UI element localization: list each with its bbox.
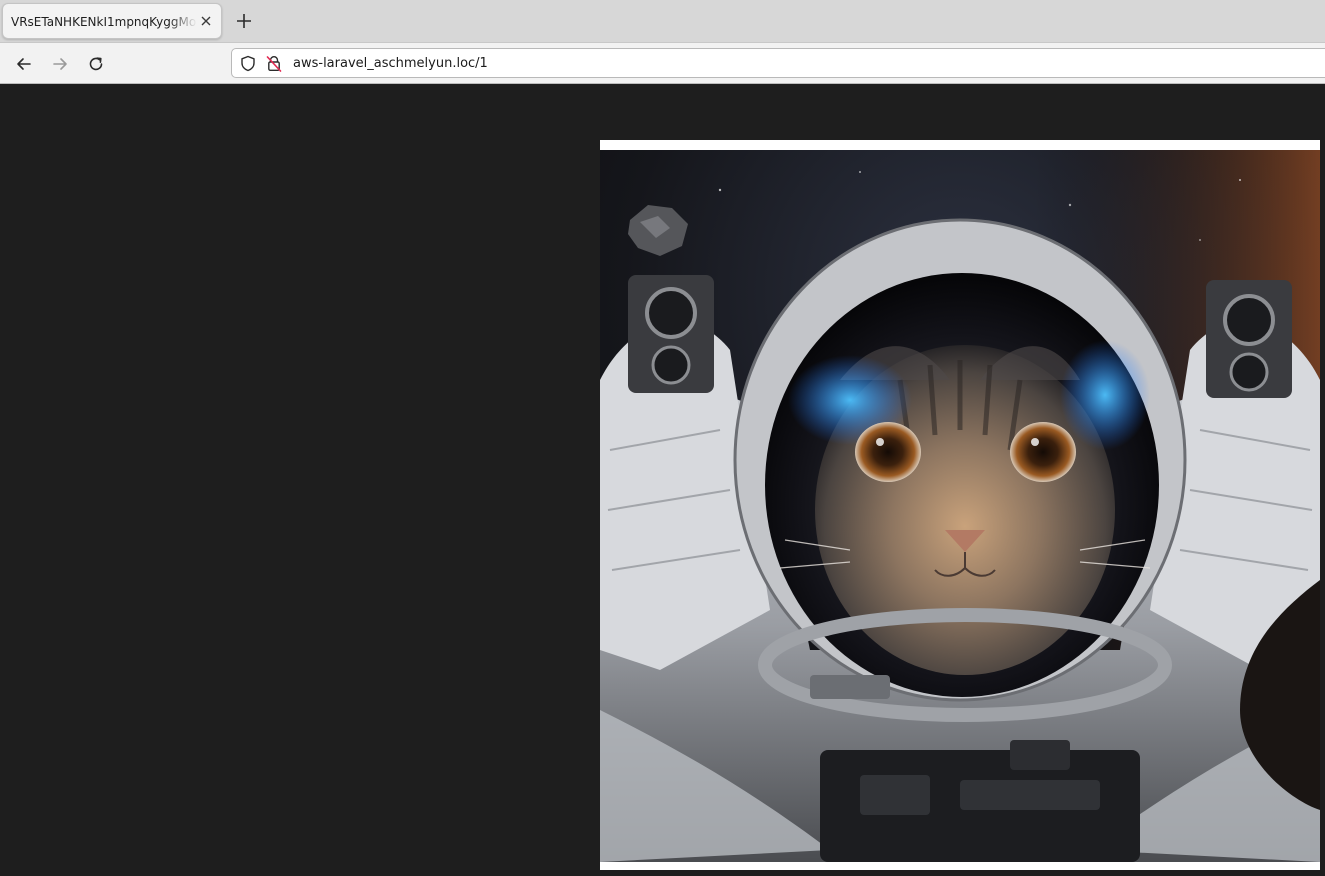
close-icon[interactable] xyxy=(198,13,214,29)
forward-button[interactable] xyxy=(51,55,69,73)
back-button[interactable] xyxy=(15,55,33,73)
tab-strip: VRsETaNHKENkI1mpnqKyggMoUX xyxy=(0,0,1325,42)
astronaut-cat-image xyxy=(600,150,1320,862)
page-viewport xyxy=(0,84,1325,876)
insecure-lock-icon[interactable] xyxy=(266,55,282,72)
url-text[interactable]: aws-laravel_aschmelyun.loc/1 xyxy=(293,56,488,72)
navigation-toolbar: aws-laravel_aschmelyun.loc/1 xyxy=(0,42,1325,84)
reload-button[interactable] xyxy=(87,55,105,73)
new-tab-button[interactable] xyxy=(234,11,254,31)
tab-title: VRsETaNHKENkI1mpnqKyggMoUX xyxy=(11,15,197,29)
browser-tab[interactable]: VRsETaNHKENkI1mpnqKyggMoUX xyxy=(2,3,222,39)
shield-icon[interactable] xyxy=(240,55,256,72)
image-frame xyxy=(600,140,1320,870)
address-bar[interactable]: aws-laravel_aschmelyun.loc/1 xyxy=(231,48,1325,78)
